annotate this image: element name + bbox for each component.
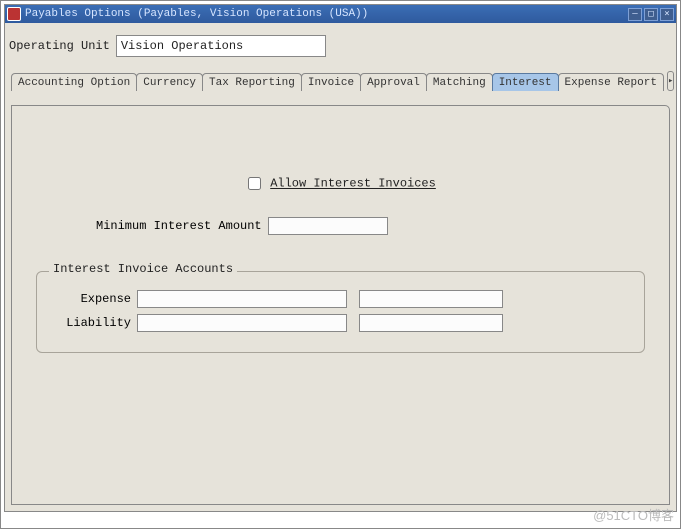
allow-interest-invoices-label: Allow Interest Invoices [270,177,436,191]
maximize-button[interactable]: □ [644,8,658,21]
titlebar: Payables Options (Payables, Vision Opera… [5,5,676,23]
tab-overflow-button[interactable]: ▸ [667,71,674,91]
tab-invoice[interactable]: Invoice [301,73,361,91]
expense-code-field[interactable] [137,290,347,308]
tab-currency[interactable]: Currency [136,73,203,91]
tabstrip: Accounting Option Currency Tax Reporting… [11,69,670,91]
minimum-interest-amount-field[interactable] [268,217,388,235]
expense-label: Expense [51,292,131,306]
tab-interest[interactable]: Interest [492,73,559,91]
liability-code-field[interactable] [137,314,347,332]
client-area: Operating Unit Accounting Option Currenc… [5,23,676,511]
liability-desc-field[interactable] [359,314,503,332]
tab-matching[interactable]: Matching [426,73,493,91]
operating-unit-label: Operating Unit [9,39,110,53]
window-title: Payables Options (Payables, Vision Opera… [25,8,628,20]
operating-unit-field[interactable] [116,35,326,57]
tab-panel-interest: Allow Interest Invoices Minimum Interest… [11,105,670,505]
interest-invoice-accounts-group: Interest Invoice Accounts Expense Liabil… [36,271,645,353]
expense-desc-field[interactable] [359,290,503,308]
tab-expense-report[interactable]: Expense Report [558,73,664,91]
app-icon [7,7,21,21]
minimize-button[interactable]: — [628,8,642,21]
minimum-interest-amount-label: Minimum Interest Amount [96,219,262,233]
tab-tax-reporting[interactable]: Tax Reporting [202,73,302,91]
tab-accounting-option[interactable]: Accounting Option [11,73,137,91]
allow-interest-invoices-checkbox[interactable] [248,177,261,190]
tab-approval[interactable]: Approval [360,73,427,91]
liability-label: Liability [51,316,131,330]
interest-invoice-accounts-legend: Interest Invoice Accounts [49,262,237,276]
window-frame: Payables Options (Payables, Vision Opera… [4,4,677,512]
close-button[interactable]: × [660,8,674,21]
